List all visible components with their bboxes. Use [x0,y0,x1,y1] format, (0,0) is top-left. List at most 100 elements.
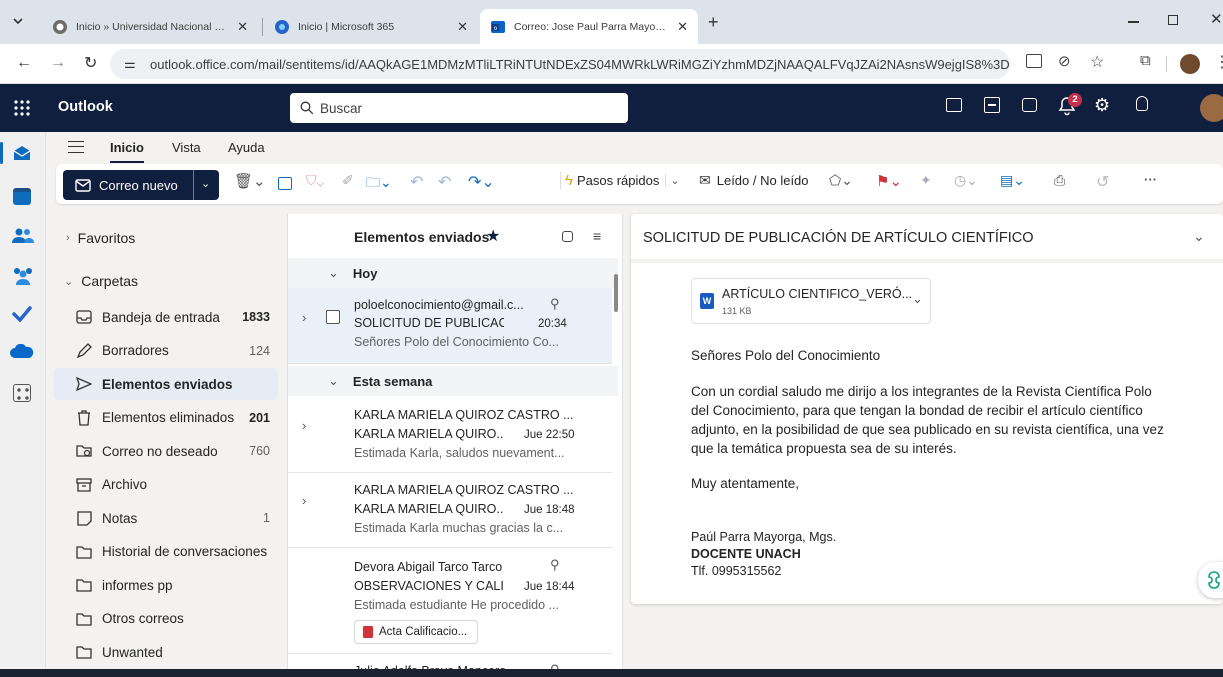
quick-steps-button[interactable]: ϟ Pasos rápidos ⌄ [560,172,680,189]
folder-item[interactable]: Historial de conversaciones [54,536,278,568]
attachment-chip[interactable]: Acta Calificacio... [354,620,478,644]
snooze-icon[interactable]: ◷⌄ [954,172,978,189]
eye-off-icon[interactable]: ⊘ [1058,52,1071,70]
expand-chevron-icon[interactable]: › [302,310,306,325]
filter-icon[interactable]: ≡ [593,228,601,244]
delete-icon[interactable]: 🗑︎⌄ [234,172,266,190]
message-item[interactable]: › poloelconocimiento@gmail.c... ⚲ SOLICI… [288,288,612,364]
print-icon[interactable]: ⎙ [1054,172,1065,189]
favorites-header[interactable]: › Favoritos [54,222,278,254]
forward-icon[interactable]: → [50,54,66,72]
reload-icon[interactable]: ↻ [84,53,97,73]
archive-icon[interactable] [278,177,292,190]
scrollbar-thumb[interactable] [614,274,618,312]
folder-label: Borradores [102,343,169,358]
reply-all-icon[interactable]: ↶ [438,172,451,192]
back-icon[interactable]: ← [16,54,32,72]
move-to-icon[interactable]: 🗀⌄ [366,172,392,196]
folder-item[interactable]: Elementos enviados [54,368,278,400]
more-options-button[interactable]: ··· [1144,172,1157,187]
folders-label: Carpetas [81,273,139,289]
folder-item[interactable]: Borradores 124 [54,335,278,367]
reply-icon[interactable]: ↶ [410,172,423,192]
folder-item[interactable]: Otros correos [54,603,278,635]
settings-gear-icon[interactable]: ⚙ [1094,95,1110,116]
folder-item[interactable]: Notas 1 [54,502,278,534]
cast-icon[interactable] [1026,54,1042,68]
email-body-line: Con un cordial saludo me dirijo a los in… [691,384,1152,399]
new-mail-button[interactable]: Correo nuevo ⌄ [63,170,219,200]
groups-icon[interactable] [12,267,34,285]
tab-title: Inicio | Microsoft 365 [298,20,395,33]
group-header-this-week[interactable]: ⌄ Esta semana [288,366,618,396]
people-icon[interactable] [12,228,34,244]
folder-item[interactable]: Unwanted [54,636,278,668]
tab-search-button[interactable] [8,11,28,31]
folders-header[interactable]: ⌄ Carpetas [54,265,278,297]
forward-mail-icon[interactable]: ↷⌄ [468,172,495,192]
folder-item[interactable]: Elementos eliminados 201 [54,402,278,434]
feedback-icon[interactable] [1022,98,1037,112]
report-icon[interactable]: ⛉⌄ [306,172,324,189]
browser-tab-unach[interactable]: Inicio » Universidad Nacional de Chimbor… [42,9,258,44]
message-item[interactable]: › KARLA MARIELA QUIROZ CASTRO ... KARLA … [288,398,612,473]
group-header-today[interactable]: ⌄ Hoy [288,258,618,288]
todo-icon[interactable] [12,306,32,322]
tab-inicio[interactable]: Inicio [110,140,144,163]
meet-now-icon[interactable] [946,98,962,112]
tab-ayuda[interactable]: Ayuda [228,140,265,155]
new-tab-button[interactable]: + [708,12,719,33]
folder-item[interactable]: Archivo [54,469,278,501]
select-icon[interactable] [562,231,573,242]
attachment-menu-chevron-icon[interactable]: ⌄ [912,291,923,307]
select-checkbox[interactable] [326,310,340,324]
user-avatar[interactable] [1200,94,1223,122]
browser-menu-icon[interactable]: ⋮ [1214,52,1223,72]
expand-chevron-icon[interactable]: › [302,418,306,433]
new-mail-dropdown-icon[interactable]: ⌄ [201,177,210,190]
message-item[interactable]: › KARLA MARIELA QUIROZ CASTRO ... KARLA … [288,473,612,548]
close-tab-icon[interactable]: ✕ [237,19,248,35]
flag-icon[interactable]: ⚑⌄ [876,172,902,190]
more-apps-icon[interactable] [13,384,31,402]
address-bar[interactable]: ⚌ outlook.office.com/mail/sentitems/id/A… [110,49,1010,79]
restore-icon[interactable] [1168,15,1178,25]
pin-icon[interactable]: ✦ [920,172,932,189]
read-unread-button[interactable]: ✉ Leído / No leído [699,172,809,189]
favorite-star-icon[interactable]: ★ [486,226,500,246]
folder-item[interactable]: Bandeja de entrada 1833 [54,301,278,333]
tips-lightbulb-icon[interactable] [1136,96,1148,111]
hamburger-menu-icon[interactable] [68,141,84,153]
extensions-icon[interactable]: ⧉ [1140,52,1151,69]
tab-vista[interactable]: Vista [172,140,201,155]
undo-icon[interactable]: ↺ [1096,172,1109,192]
app-name[interactable]: Outlook [58,99,113,115]
calendar-icon[interactable] [13,188,31,205]
profile-avatar[interactable] [1180,54,1200,74]
app-launcher-icon[interactable] [13,99,31,117]
folder-item[interactable]: Correo no deseado 760 [54,435,278,467]
tag-icon[interactable]: ⬠⌄ [829,172,853,189]
site-settings-icon[interactable]: ⚌ [124,56,136,72]
browser-tab-m365[interactable]: Inicio | Microsoft 365 ✕ [264,9,478,44]
message-item[interactable]: Devora Abigail Tarco Tarco ⚲ OBSERVACION… [288,548,612,654]
attachment-card[interactable]: W ARTÍCULO CIENTIFICO_VERÓ... 131 KB ⌄ [691,278,931,324]
ribbon-tabs: Inicio Vista Ayuda [46,132,1223,164]
folder-item[interactable]: informes pp [54,569,278,601]
close-tab-icon[interactable]: ✕ [457,19,468,35]
onedrive-icon[interactable] [10,344,34,358]
list-title: Elementos enviados [354,229,490,245]
collapse-chevron-icon[interactable]: ⌄ [1193,228,1205,245]
sweep-icon[interactable]: ✐ [342,172,354,189]
rules-icon[interactable]: ▤⌄ [1000,172,1025,189]
copilot-icon[interactable] [1198,562,1223,598]
expand-chevron-icon[interactable]: › [302,493,306,508]
mail-icon[interactable] [12,144,32,162]
browser-tab-outlook[interactable]: o Correo: Jose Paul Parra Mayorga - Outl… [480,9,698,44]
close-window-icon[interactable]: ✕ [1210,10,1223,28]
office-icon[interactable] [984,97,1000,113]
close-tab-icon[interactable]: ✕ [677,19,688,35]
bookmark-star-icon[interactable]: ☆ [1090,52,1104,72]
search-input[interactable]: Buscar [290,93,628,123]
minimize-icon[interactable] [1128,21,1139,23]
